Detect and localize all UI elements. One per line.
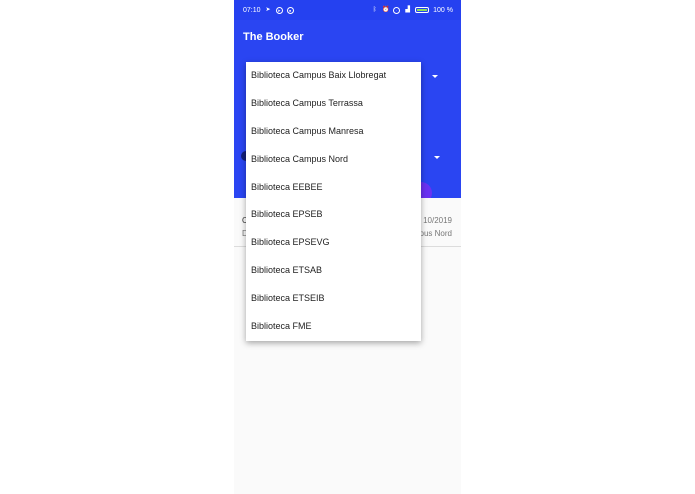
menu-item-epseb[interactable]: Biblioteca EPSEB xyxy=(246,201,421,229)
navigation-icon: ➤ xyxy=(265,6,271,13)
menu-item-epsevg[interactable]: Biblioteca EPSEVG xyxy=(246,229,421,257)
clock-icon: · xyxy=(393,6,401,14)
app-title: The Booker xyxy=(243,31,304,43)
menu-item-campus-manresa[interactable]: Biblioteca Campus Manresa xyxy=(246,118,421,146)
menu-item-etseib[interactable]: Biblioteca ETSEIB xyxy=(246,285,421,313)
status-time: 07:10 xyxy=(243,6,261,14)
app-bar: The Booker xyxy=(234,20,461,54)
chevron-down-icon[interactable] xyxy=(434,156,440,159)
list-item-location: pus Nord xyxy=(419,229,452,238)
signal-icon: ▟ xyxy=(405,6,410,13)
menu-item-fme[interactable]: Biblioteca FME xyxy=(246,313,421,341)
telegram-icon: ➤ xyxy=(275,6,283,14)
menu-item-campus-nord[interactable]: Biblioteca Campus Nord xyxy=(246,146,421,174)
battery-percent: 100 % xyxy=(433,6,453,14)
status-bar: 07:10 ➤ ➤ ● ᛒ ⏰ · ▟ 100 % xyxy=(234,0,461,20)
status-left: 07:10 ➤ ➤ ● xyxy=(243,6,294,14)
menu-item-eebee[interactable]: Biblioteca EEBEE xyxy=(246,174,421,202)
menu-item-etsab[interactable]: Biblioteca ETSAB xyxy=(246,257,421,285)
chevron-down-icon[interactable] xyxy=(432,75,438,78)
library-dropdown-menu: Biblioteca Campus Baix Llobregat Bibliot… xyxy=(246,62,421,341)
menu-item-campus-terrassa[interactable]: Biblioteca Campus Terrassa xyxy=(246,90,421,118)
bluetooth-icon: ᛒ xyxy=(372,6,377,13)
status-right: ᛒ ⏰ · ▟ 100 % xyxy=(371,6,453,14)
battery-icon xyxy=(415,7,430,13)
menu-item-campus-baix-llobregat[interactable]: Biblioteca Campus Baix Llobregat xyxy=(246,62,421,90)
alarm-icon: ⏰ xyxy=(382,6,390,13)
chrome-icon: ● xyxy=(286,6,294,14)
list-item-date: 10/2019 xyxy=(423,216,452,225)
